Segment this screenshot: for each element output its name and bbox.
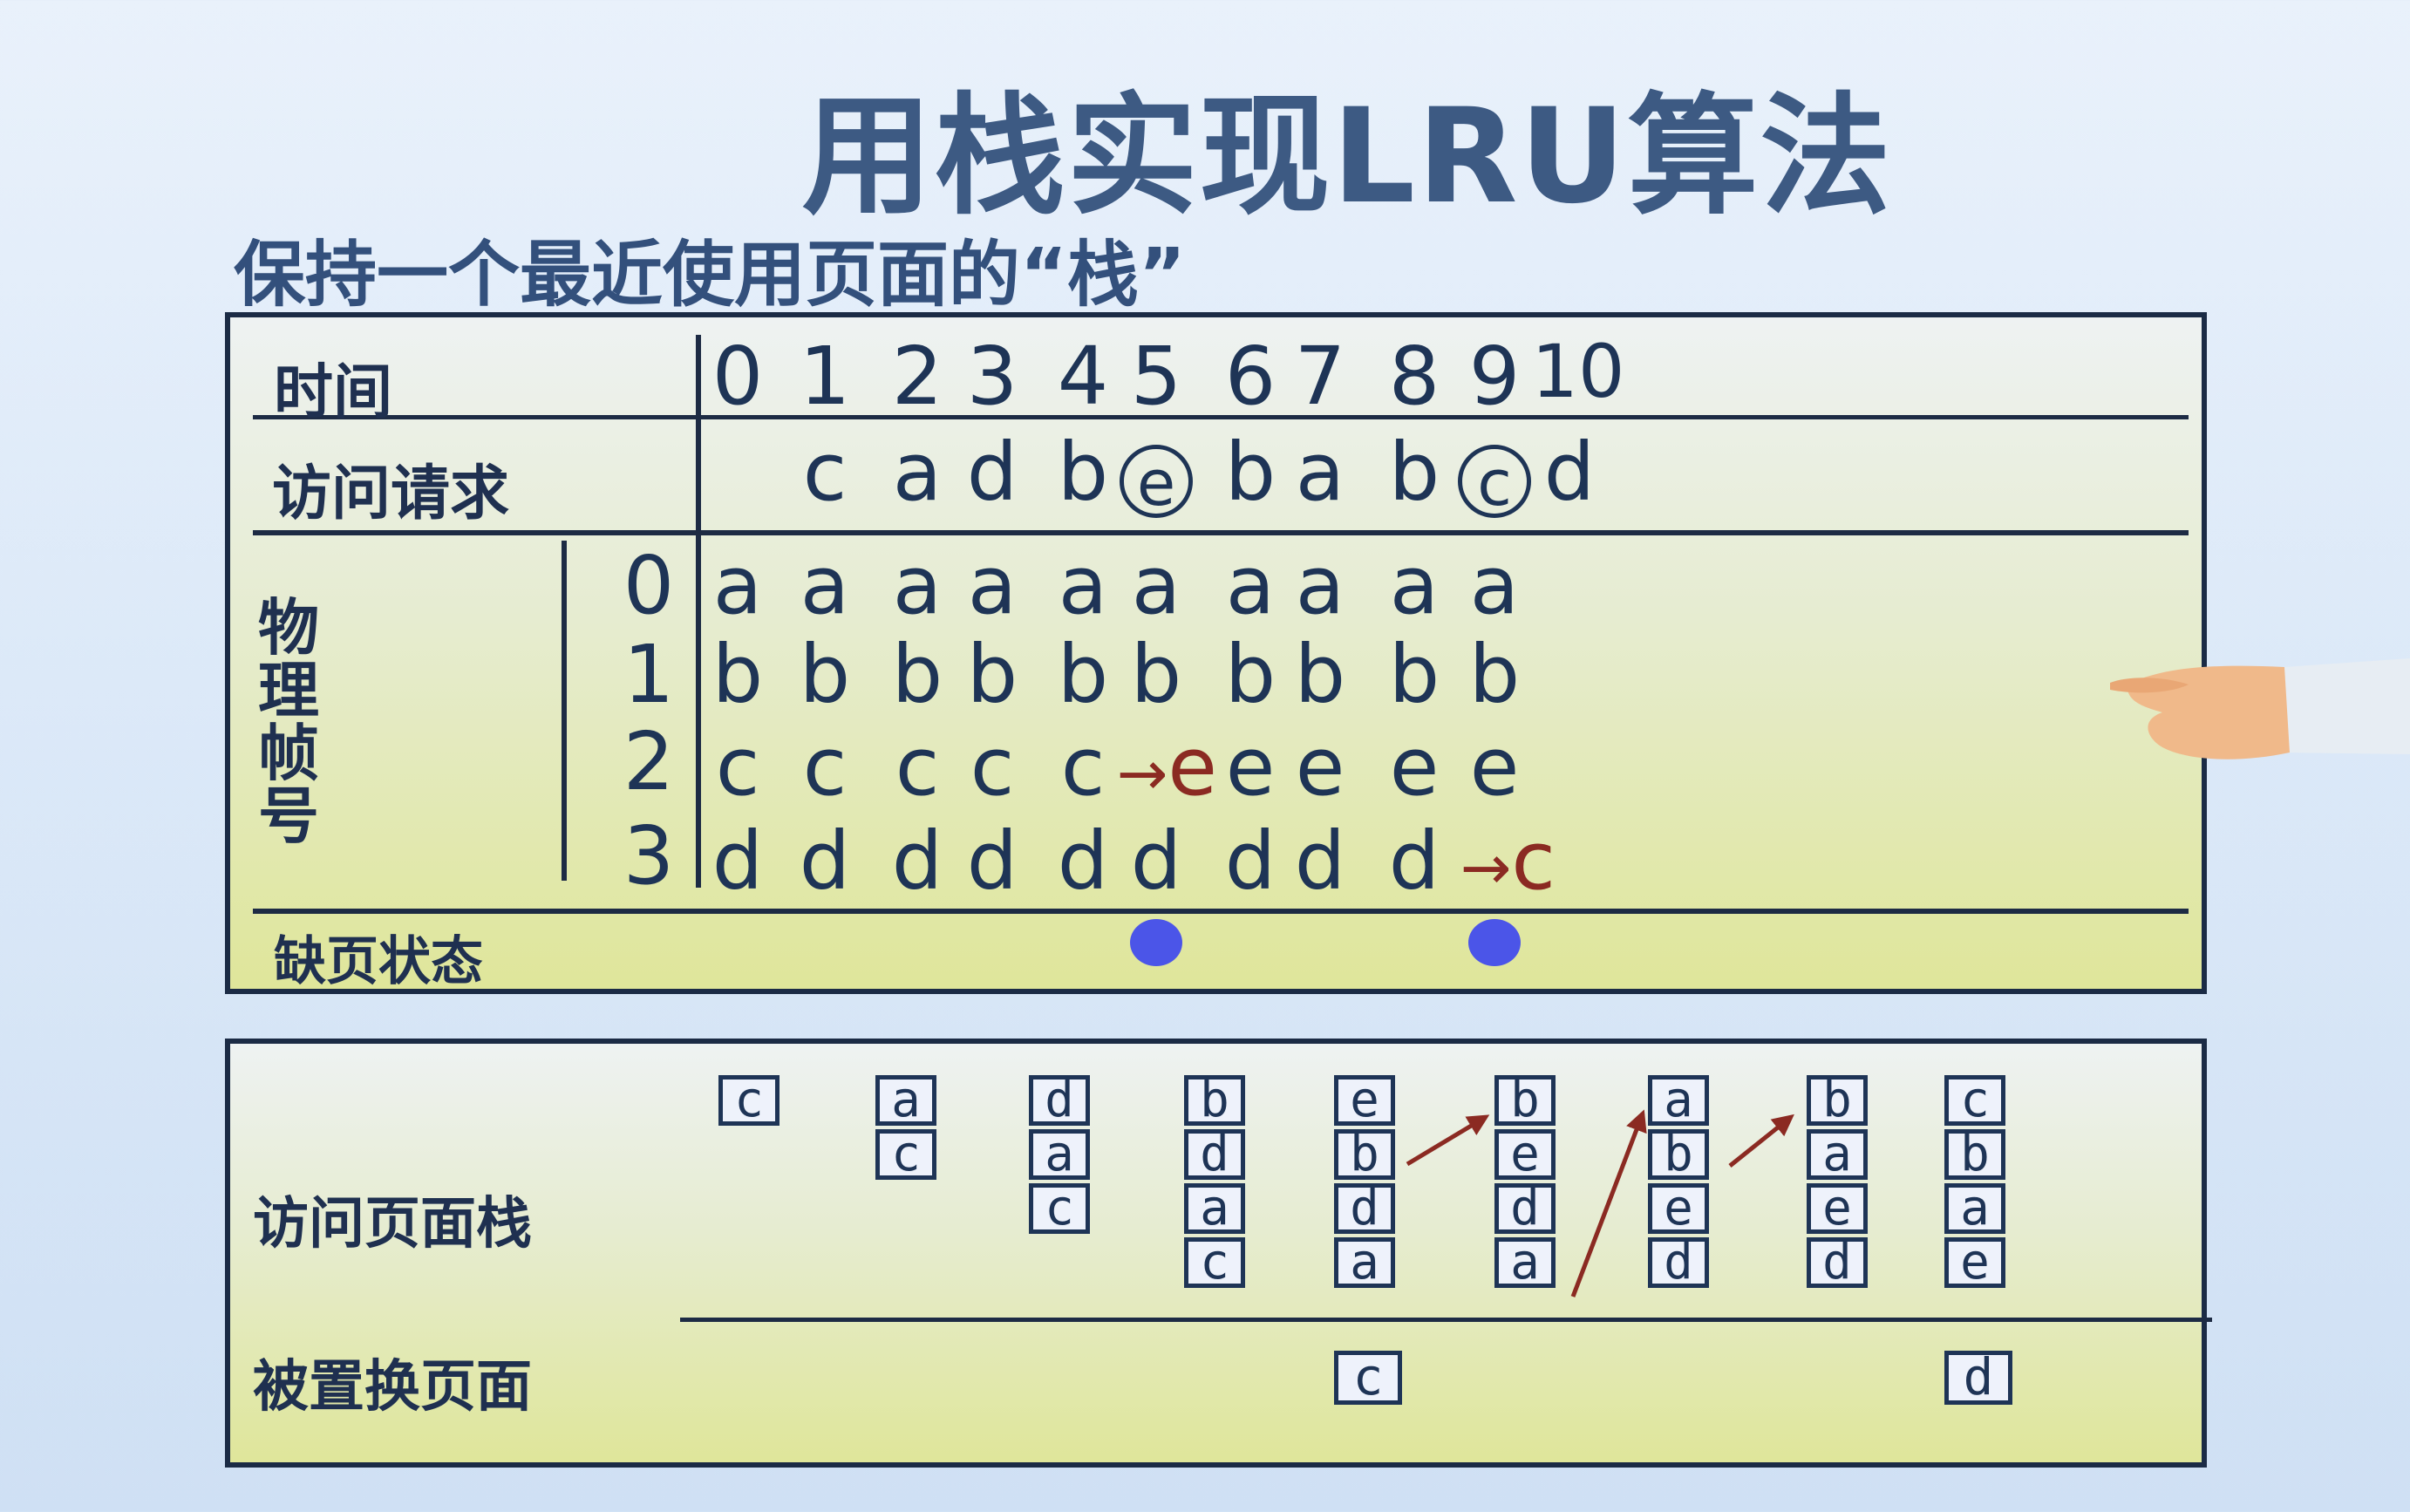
request-row-divider xyxy=(253,530,2189,535)
page-fault-row-label: 缺页状态 xyxy=(274,931,483,992)
move-arrow-t6-t7 xyxy=(1570,1109,1647,1297)
move-arrow-t7-t8 xyxy=(1728,1114,1794,1168)
slide-subtitle: 保持一个最近使用页面的“栈” xyxy=(234,234,1186,317)
physical-frame-label: 物理帧号 xyxy=(258,592,319,852)
lru-stack-panel: 访问页面栈 被置换页面 cacdacbdacebdabedaabedbaedcb… xyxy=(225,1039,2212,1468)
replacement-arrow: → xyxy=(1116,738,1168,809)
time-row-label: 时间 xyxy=(274,358,393,427)
faulting-request-circle: e xyxy=(1120,445,1193,518)
time-header-10: 10 xyxy=(1531,329,1625,414)
stack-move-arrows xyxy=(1406,1109,1794,1297)
replacement-arrow: → xyxy=(1460,832,1512,903)
request-row-label: 访问请求 xyxy=(272,460,510,528)
lru-frame-table: 时间 访问请求 物理帧号 缺页状态 0 1 2 3 4 5 6 7 8 9 10 c a d b e b a b c d… xyxy=(225,312,2207,994)
frame-cell-t5-f2: →e xyxy=(1025,724,1217,817)
move-arrow-t5-t6 xyxy=(1406,1114,1490,1167)
fault-row-divider xyxy=(253,909,2189,914)
replaced-frame-value: c xyxy=(1511,814,1556,908)
presenter-hand-image xyxy=(2110,658,2410,759)
frame-cell-t9-f3: →c xyxy=(1364,818,1556,911)
request-cell-10: d xyxy=(1543,426,1596,519)
frame-cell-t9-f0: a xyxy=(1469,539,1520,632)
frame-number-divider xyxy=(562,541,567,881)
frame-cell-t9-f1: b xyxy=(1468,628,1521,721)
page-fault-dot xyxy=(1130,919,1182,966)
page-fault-dot xyxy=(1468,919,1521,966)
slide-title: 用栈实现LRU算法 xyxy=(801,81,1893,233)
frame-cell-t9-f2: e xyxy=(1469,720,1520,814)
